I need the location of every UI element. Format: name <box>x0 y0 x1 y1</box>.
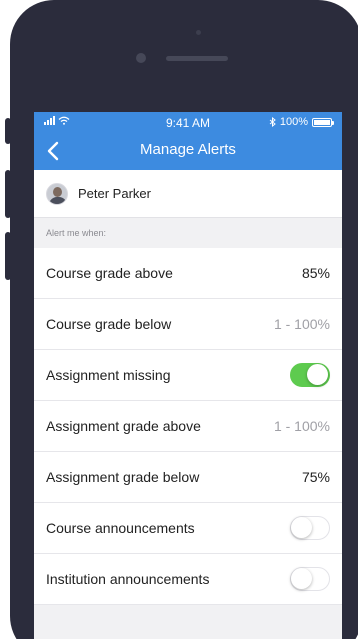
user-row: Peter Parker <box>34 170 342 218</box>
front-camera <box>136 53 146 63</box>
alert-row[interactable]: Course grade below 1 - 100% <box>34 299 342 350</box>
toggle-knob <box>307 364 328 385</box>
alert-label: Course announcements <box>46 520 195 536</box>
app-screen: 9:41 AM 100% Manage Alerts Peter Parker … <box>34 112 342 639</box>
alert-value-placeholder[interactable]: 1 - 100% <box>274 418 330 434</box>
volume-down-button <box>5 232 11 280</box>
alert-row[interactable]: Assignment grade below 75% <box>34 452 342 503</box>
alert-label: Institution announcements <box>46 571 210 587</box>
page-title: Manage Alerts <box>140 141 236 158</box>
alert-toggle[interactable] <box>290 363 330 387</box>
volume-up-button <box>5 170 11 218</box>
alerts-list: Course grade above 85% Course grade below 1… <box>34 248 342 605</box>
top-bar: 9:41 AM 100% Manage Alerts <box>34 112 342 170</box>
alert-value[interactable]: 85% <box>302 265 330 281</box>
battery-percent: 100% <box>279 116 308 128</box>
alert-value-placeholder[interactable]: 1 - 100% <box>274 316 330 332</box>
alert-row[interactable]: Assignment grade above 1 - 100% <box>34 401 342 452</box>
alert-toggle[interactable] <box>290 567 330 591</box>
mute-switch <box>5 118 11 144</box>
toggle-knob <box>291 517 312 538</box>
alert-label: Assignment grade below <box>46 469 200 485</box>
alert-toggle[interactable] <box>290 516 330 540</box>
alert-label: Assignment grade above <box>46 418 201 434</box>
proximity-sensor <box>196 30 201 35</box>
status-bar: 9:41 AM 100% <box>34 112 342 132</box>
toggle-knob <box>291 568 312 589</box>
alert-row[interactable]: Course grade above 85% <box>34 248 342 299</box>
alert-row[interactable]: Assignment missing <box>34 350 342 401</box>
section-label: Alert me when: <box>46 228 107 238</box>
earpiece-speaker <box>166 56 228 61</box>
alert-row[interactable]: Institution announcements <box>34 554 342 605</box>
battery-icon <box>312 117 334 127</box>
user-name: Peter Parker <box>78 186 151 201</box>
alert-value[interactable]: 75% <box>302 469 330 485</box>
alert-label: Course grade below <box>46 316 172 332</box>
bluetooth-icon <box>269 117 276 127</box>
alert-label: Assignment missing <box>46 367 171 383</box>
navigation-bar: Manage Alerts <box>34 132 342 170</box>
alert-label: Course grade above <box>46 265 173 281</box>
alert-row[interactable]: Course announcements <box>34 503 342 554</box>
avatar <box>46 182 68 205</box>
